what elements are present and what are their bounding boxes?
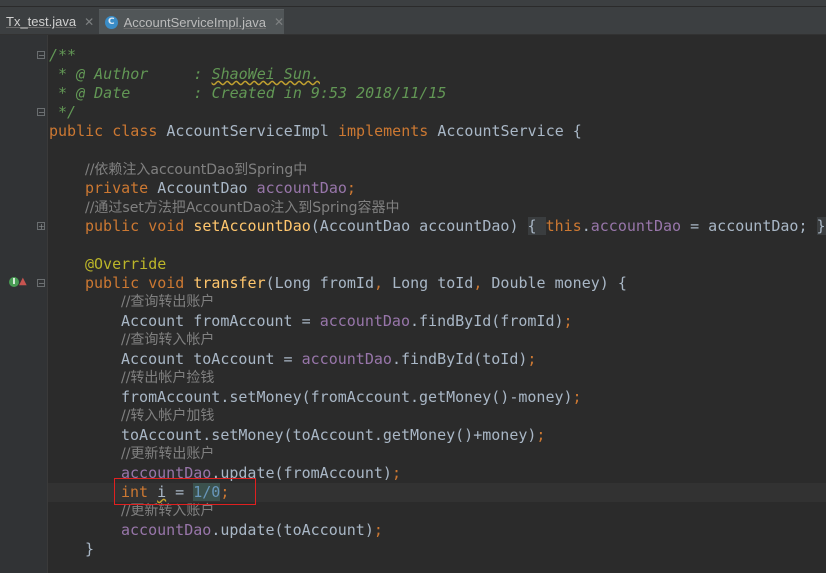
code-comment: //查询转出账户 bbox=[121, 294, 215, 310]
code-comment: //更新转出账户 bbox=[121, 446, 215, 462]
close-icon[interactable]: ✕ bbox=[84, 15, 94, 29]
code-comment: //转入帐户加钱 bbox=[121, 408, 215, 424]
fold-icon[interactable]: − bbox=[37, 279, 45, 288]
code-comment: //转出帐户捡钱 bbox=[121, 370, 215, 386]
class-icon: C bbox=[105, 15, 118, 29]
editor-tab-bar: Tx_test.java ✕ C AccountServiceImpl.java… bbox=[0, 0, 826, 35]
code-line: public void setAccountDao(AccountDao acc… bbox=[85, 217, 826, 235]
code-line: } bbox=[85, 540, 95, 558]
tab-label: Tx_test.java bbox=[6, 14, 77, 29]
error-highlight-box bbox=[114, 478, 256, 505]
code-line: @Override bbox=[85, 255, 167, 273]
code-comment: //查询转入帐户 bbox=[121, 332, 215, 348]
override-arrow-icon: ▲ bbox=[19, 276, 27, 287]
code-line: * @ Author : ShaoWei Sun. bbox=[49, 65, 320, 83]
code-line: Account toAccount = accountDao.findById(… bbox=[121, 350, 537, 368]
close-icon[interactable]: ✕ bbox=[274, 15, 284, 29]
fold-icon[interactable]: − bbox=[37, 108, 45, 117]
code-comment: //通过set方法把AccountDao注入到Spring容器中 bbox=[85, 200, 400, 216]
code-line: toAccount.setMoney(toAccount.getMoney()+… bbox=[121, 426, 546, 444]
code-line: /** bbox=[49, 46, 77, 64]
code-line: public class AccountServiceImpl implemen… bbox=[49, 122, 582, 140]
code-line: accountDao.update(toAccount); bbox=[121, 521, 383, 539]
tab-label: AccountServiceImpl.java bbox=[123, 14, 266, 30]
tab-tx-test[interactable]: Tx_test.java ✕ bbox=[0, 9, 96, 34]
fold-icon[interactable]: − bbox=[37, 51, 45, 60]
code-line: * @ Date : Created in 9:53 2018/11/15 bbox=[49, 84, 447, 102]
code-line: fromAccount.setMoney(fromAccount.getMone… bbox=[121, 388, 582, 406]
top-strip bbox=[0, 0, 826, 7]
tab-account-service-impl[interactable]: C AccountServiceImpl.java ✕ bbox=[99, 9, 284, 34]
fold-icon[interactable]: + bbox=[37, 222, 45, 231]
code-line: Account fromAccount = accountDao.findByI… bbox=[121, 312, 573, 330]
implements-icon[interactable]: I bbox=[9, 277, 19, 287]
code-comment: //依赖注入accountDao到Spring中 bbox=[85, 162, 308, 178]
code-line: */ bbox=[49, 103, 77, 121]
code-line: public void transfer(Long fromId, Long t… bbox=[85, 274, 627, 292]
code-line: private AccountDao accountDao; bbox=[85, 179, 356, 197]
